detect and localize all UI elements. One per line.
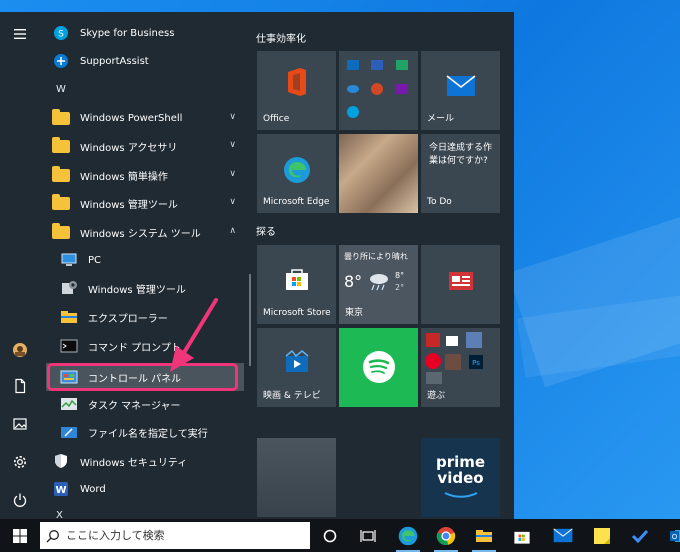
start-rail bbox=[0, 12, 40, 519]
taskbar-edge-icon[interactable] bbox=[390, 519, 426, 552]
tile-blurred-photo[interactable] bbox=[339, 134, 418, 213]
office-icon bbox=[257, 67, 336, 97]
word-icon: W bbox=[50, 479, 72, 499]
admin-tools-icon bbox=[58, 278, 80, 298]
power-icon[interactable] bbox=[0, 482, 40, 518]
svg-text:W: W bbox=[55, 485, 66, 496]
pictures-icon[interactable] bbox=[0, 406, 40, 442]
news-icon bbox=[421, 271, 500, 291]
tile-news[interactable] bbox=[421, 245, 500, 324]
windows-start-button[interactable] bbox=[0, 519, 40, 552]
tile-office-apps-folder[interactable] bbox=[339, 51, 418, 130]
tile-spotify[interactable] bbox=[339, 328, 418, 407]
start-menu: S Skype for Business SupportAssist W Win… bbox=[0, 12, 514, 519]
weather-temp: 8° bbox=[344, 272, 363, 291]
settings-icon[interactable] bbox=[0, 444, 40, 480]
app-task-manager[interactable]: タスク マネージャー bbox=[46, 390, 244, 418]
svg-text:O: O bbox=[672, 533, 678, 541]
tile-todo[interactable]: 今日達成する作業は何ですか? To Do bbox=[421, 134, 500, 213]
tile-mail[interactable]: メール bbox=[421, 51, 500, 130]
skype-icon: S bbox=[50, 23, 72, 43]
folder-windows-accessories[interactable]: Windows アクセサリ ∨ bbox=[46, 132, 244, 160]
search-input[interactable] bbox=[66, 529, 286, 542]
games-apps-icon: Ps bbox=[425, 332, 483, 384]
taskbar-sticky-notes-icon[interactable] bbox=[584, 519, 620, 552]
chevron-down-icon: ∨ bbox=[229, 169, 236, 179]
search-icon bbox=[46, 529, 66, 543]
edge-icon bbox=[257, 156, 336, 184]
folder-icon bbox=[50, 136, 72, 156]
task-manager-icon bbox=[58, 394, 80, 414]
supportassist-icon bbox=[50, 51, 72, 71]
section-letter-x[interactable]: X bbox=[56, 510, 63, 519]
taskbar-todo-icon[interactable] bbox=[622, 519, 658, 552]
weather-title: 曇り所により晴れ bbox=[344, 252, 408, 261]
app-windows-security[interactable]: Windows セキュリティ bbox=[46, 447, 244, 475]
chevron-down-icon: ∨ bbox=[229, 140, 236, 150]
taskbar-outlook-icon[interactable]: O bbox=[660, 519, 680, 552]
mail-icon bbox=[421, 75, 500, 97]
run-icon bbox=[58, 422, 80, 442]
app-run[interactable]: ファイル名を指定して実行 bbox=[46, 418, 244, 446]
chevron-down-icon: ∨ bbox=[229, 112, 236, 122]
tile-office[interactable]: Office bbox=[257, 51, 336, 130]
task-view-icon[interactable] bbox=[350, 519, 386, 552]
weather-high: 8° bbox=[395, 271, 405, 280]
chevron-up-icon: ∧ bbox=[229, 226, 236, 236]
taskbar-chrome-icon[interactable] bbox=[428, 519, 464, 552]
folder-windows-admin-tools[interactable]: Windows 管理ツール ∨ bbox=[46, 189, 244, 217]
shield-icon bbox=[50, 451, 72, 471]
spotify-icon bbox=[339, 350, 418, 384]
app-pc[interactable]: PC bbox=[46, 246, 244, 274]
group-title-explore[interactable]: 探る bbox=[256, 223, 276, 238]
user-avatar[interactable] bbox=[0, 332, 40, 368]
prime-video-logo: prime video bbox=[421, 454, 500, 502]
tile-blurred-app[interactable] bbox=[257, 438, 336, 517]
chevron-down-icon: ∨ bbox=[229, 197, 236, 207]
file-explorer-icon bbox=[58, 307, 80, 327]
folder-windows-ease-of-access[interactable]: Windows 簡単操作 ∨ bbox=[46, 161, 244, 189]
tile-microsoft-store[interactable]: Microsoft Store bbox=[257, 245, 336, 324]
cortana-icon[interactable] bbox=[312, 519, 348, 552]
tile-movies-tv[interactable]: 映画 & テレビ bbox=[257, 328, 336, 407]
store-icon bbox=[257, 267, 336, 291]
app-list: S Skype for Business SupportAssist W Win… bbox=[40, 12, 246, 519]
svg-text:Ps: Ps bbox=[472, 359, 480, 367]
command-prompt-icon bbox=[58, 336, 80, 356]
app-word[interactable]: W Word bbox=[46, 475, 244, 503]
taskbar-search-box[interactable] bbox=[40, 522, 310, 549]
pc-icon bbox=[58, 250, 80, 270]
weather-low: 2° bbox=[395, 283, 405, 292]
todo-prompt: 今日達成する作業は何ですか? bbox=[429, 143, 493, 166]
app-skype-for-business[interactable]: S Skype for Business bbox=[46, 19, 244, 47]
movies-tv-icon bbox=[257, 350, 336, 374]
office-apps-icon bbox=[347, 60, 408, 118]
folder-windows-powershell[interactable]: Windows PowerShell ∨ bbox=[46, 104, 244, 132]
tile-microsoft-edge[interactable]: Microsoft Edge bbox=[257, 134, 336, 213]
app-supportassist[interactable]: SupportAssist bbox=[46, 47, 244, 75]
folder-icon bbox=[50, 222, 72, 242]
hamburger-icon[interactable] bbox=[0, 16, 40, 52]
folder-icon bbox=[50, 108, 72, 128]
cloud-rain-icon bbox=[367, 271, 391, 297]
folder-icon bbox=[50, 193, 72, 213]
taskbar: O bbox=[0, 519, 680, 552]
taskbar-store-icon[interactable] bbox=[504, 519, 540, 552]
documents-icon[interactable] bbox=[0, 368, 40, 404]
taskbar-file-explorer-icon[interactable] bbox=[466, 519, 502, 552]
svg-text:S: S bbox=[58, 30, 64, 40]
section-letter-w[interactable]: W bbox=[56, 84, 66, 95]
tile-weather[interactable]: 曇り所により晴れ 8° 8° 2° 東京 bbox=[339, 245, 418, 324]
tile-prime-video[interactable]: prime video bbox=[421, 438, 500, 517]
annotation-arrow-icon bbox=[170, 298, 218, 372]
folder-windows-system-tools[interactable]: Windows システム ツール ∧ bbox=[46, 218, 244, 246]
windows-logo-icon bbox=[13, 528, 27, 543]
folder-icon bbox=[50, 165, 72, 185]
group-title-productivity[interactable]: 仕事効率化 bbox=[256, 30, 306, 45]
tiles-area: 仕事効率化 Office メール Microsoft Edge 今日達成する作業… bbox=[246, 12, 514, 519]
tile-play-folder[interactable]: Ps 遊ぶ bbox=[421, 328, 500, 407]
taskbar-mail-icon[interactable] bbox=[545, 519, 581, 552]
